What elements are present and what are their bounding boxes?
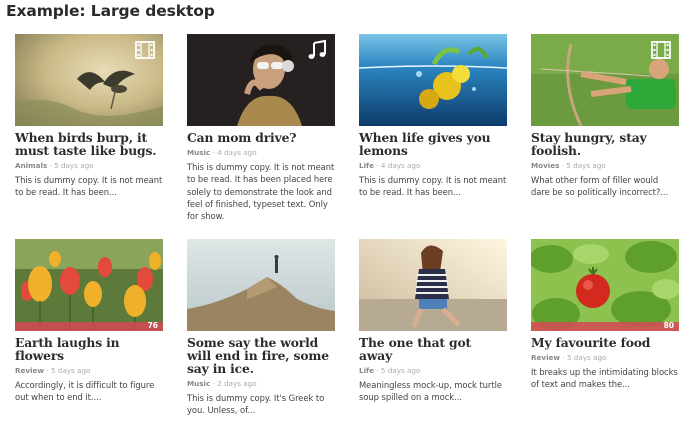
article-title[interactable]: Can mom drive? bbox=[187, 131, 335, 144]
mountain-peak-photo bbox=[187, 239, 335, 331]
article-thumbnail[interactable] bbox=[359, 34, 507, 126]
article-thumbnail[interactable] bbox=[531, 34, 679, 126]
article-meta: Animals · 5 days ago bbox=[15, 161, 94, 170]
article-category[interactable]: Movies bbox=[531, 161, 559, 170]
article-category[interactable]: Music bbox=[187, 379, 210, 388]
article-category[interactable]: Animals bbox=[15, 161, 47, 170]
article-title[interactable]: Earth laughs in flowers bbox=[15, 336, 163, 362]
article-card[interactable]: The one that got away Life · 5 days ago … bbox=[359, 239, 507, 404]
article-thumbnail[interactable] bbox=[359, 239, 507, 331]
article-title[interactable]: The one that got away bbox=[359, 336, 507, 362]
review-score-bar: 76 bbox=[15, 321, 163, 331]
article-thumbnail[interactable] bbox=[187, 239, 335, 331]
article-time: 4 days ago bbox=[380, 161, 421, 170]
article-meta: Music · 4 days ago bbox=[187, 148, 257, 157]
article-title[interactable]: Some say the world will end in fire, som… bbox=[187, 336, 335, 375]
article-thumbnail[interactable] bbox=[187, 34, 335, 126]
article-meta: Music · 2 days ago bbox=[187, 379, 257, 388]
article-category[interactable]: Music bbox=[187, 148, 210, 157]
tulips-photo bbox=[15, 239, 163, 331]
article-thumbnail[interactable] bbox=[15, 34, 163, 126]
article-time: 2 days ago bbox=[217, 379, 257, 388]
article-meta: Life · 5 days ago bbox=[359, 366, 421, 375]
article-time: 5 days ago bbox=[566, 161, 606, 170]
article-meta: Review · 5 days ago bbox=[15, 366, 91, 375]
article-excerpt: What other form of filler would dare be … bbox=[531, 175, 669, 198]
article-time: 5 days ago bbox=[566, 353, 607, 362]
music-note-icon bbox=[306, 39, 328, 61]
page-heading: Example: Large desktop bbox=[6, 2, 215, 20]
article-title[interactable]: When birds burp, it must taste like bugs… bbox=[15, 131, 163, 157]
tomato-plant-photo bbox=[531, 239, 679, 331]
lemons-splash-photo bbox=[359, 34, 507, 126]
review-score: 76 bbox=[147, 321, 158, 330]
article-card[interactable]: When birds burp, it must taste like bugs… bbox=[15, 34, 163, 199]
article-meta: Life · 4 days ago bbox=[359, 161, 421, 170]
article-category[interactable]: Life bbox=[359, 161, 374, 170]
article-title[interactable]: My favourite food bbox=[531, 336, 679, 349]
article-title[interactable]: Stay hungry, stay foolish. bbox=[531, 131, 679, 157]
article-card[interactable]: Some say the world will end in fire, som… bbox=[187, 239, 335, 417]
article-meta: Review · 5 days ago bbox=[531, 353, 607, 362]
article-excerpt: This is dummy copy. It is not meant to b… bbox=[187, 162, 335, 222]
article-excerpt: Meaningless mock-up, mock turtle soup sp… bbox=[359, 380, 502, 403]
article-time: 5 days ago bbox=[54, 161, 94, 170]
article-category[interactable]: Review bbox=[531, 353, 560, 362]
review-score: 80 bbox=[663, 321, 674, 330]
review-score-bar: 80 bbox=[531, 321, 679, 331]
article-time: 5 days ago bbox=[380, 366, 421, 375]
article-time: 5 days ago bbox=[50, 366, 91, 375]
article-card[interactable]: 76 Earth laughs in flowers Review · 5 da… bbox=[15, 239, 163, 404]
article-card[interactable]: Can mom drive? Music · 4 days ago This i… bbox=[187, 34, 335, 222]
article-category[interactable]: Life bbox=[359, 366, 374, 375]
article-category[interactable]: Review bbox=[15, 366, 44, 375]
article-excerpt: This is dummy copy. It is not meant to b… bbox=[359, 175, 507, 198]
article-excerpt: This is dummy copy. It's Greek to you. U… bbox=[187, 393, 325, 416]
film-icon bbox=[134, 39, 156, 61]
article-card[interactable]: When life gives you lemons Life · 4 days… bbox=[359, 34, 507, 199]
article-thumbnail[interactable]: 80 bbox=[531, 239, 679, 331]
article-thumbnail[interactable]: 76 bbox=[15, 239, 163, 331]
article-excerpt: It breaks up the intimidating blocks of … bbox=[531, 367, 678, 390]
article-time: 4 days ago bbox=[217, 148, 257, 157]
article-meta: Movies · 5 days ago bbox=[531, 161, 606, 170]
girl-sitting-photo bbox=[359, 239, 507, 331]
article-card[interactable]: Stay hungry, stay foolish. Movies · 5 da… bbox=[531, 34, 679, 199]
article-title[interactable]: When life gives you lemons bbox=[359, 131, 507, 157]
article-card[interactable]: 80 My favourite food Review · 5 days ago… bbox=[531, 239, 679, 391]
article-excerpt: This is dummy copy. It is not meant to b… bbox=[15, 175, 163, 198]
film-icon bbox=[650, 39, 672, 61]
article-excerpt: Accordingly, it is difficult to figure o… bbox=[15, 380, 155, 403]
